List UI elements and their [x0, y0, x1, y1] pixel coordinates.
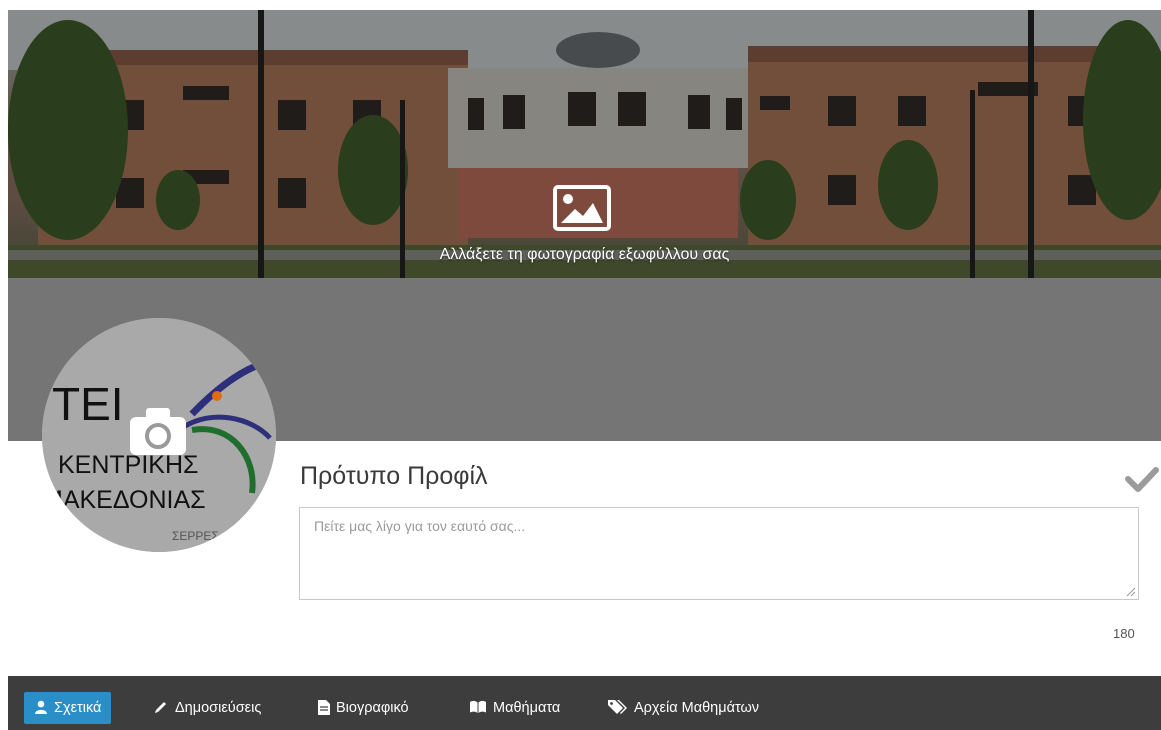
tags-icon — [608, 700, 627, 715]
bio-textarea[interactable] — [299, 507, 1139, 600]
profile-name: Πρότυπο Προφίλ — [300, 462, 488, 490]
nav-tab-courses-label: Μαθήματα — [493, 700, 561, 716]
nav-tab-posts[interactable]: Δημοσιεύσεις — [153, 692, 261, 724]
checkmark-icon[interactable] — [1125, 466, 1159, 492]
profile-nav: Σχετικά Δημοσιεύσεις Βιογραφικό Μαθήματα… — [8, 676, 1161, 730]
image-icon[interactable] — [553, 185, 611, 231]
nav-tab-courses[interactable]: Μαθήματα — [469, 692, 560, 724]
cover-photo[interactable]: Αλλάξετε τη φωτογραφία εξωφύλλου σας — [8, 10, 1161, 278]
nav-tab-cv-label: Βιογραφικό — [336, 700, 409, 716]
pencil-icon — [155, 702, 166, 714]
nav-tab-cv[interactable]: Βιογραφικό — [318, 692, 409, 724]
nav-tab-course-files-label: Αρχεία Μαθημάτων — [634, 700, 760, 716]
book-icon — [470, 701, 486, 714]
resize-grip-icon[interactable] — [1126, 587, 1136, 597]
cover-overlay — [8, 10, 1161, 278]
logo-text-line2: ΜΑΚΕΔΟΝΙΑΣ — [42, 486, 206, 514]
logo-text-tei: ΤΕΙ — [52, 378, 124, 430]
document-icon — [318, 699, 330, 715]
nav-tab-posts-label: Δημοσιεύσεις — [175, 700, 262, 716]
char-counter: 180 — [1113, 626, 1135, 641]
nav-tab-about-label: Σχετικά — [54, 700, 102, 716]
logo-text-line3: ΣΕΡΡΕΣ — [172, 529, 219, 543]
nav-tab-course-files[interactable]: Αρχεία Μαθημάτων — [608, 692, 759, 724]
user-icon — [35, 700, 47, 715]
cover-change-caption[interactable]: Αλλάξετε τη φωτογραφία εξωφύλλου σας — [8, 246, 1161, 264]
nav-tab-about[interactable]: Σχετικά — [24, 692, 112, 724]
camera-icon[interactable] — [128, 405, 188, 457]
